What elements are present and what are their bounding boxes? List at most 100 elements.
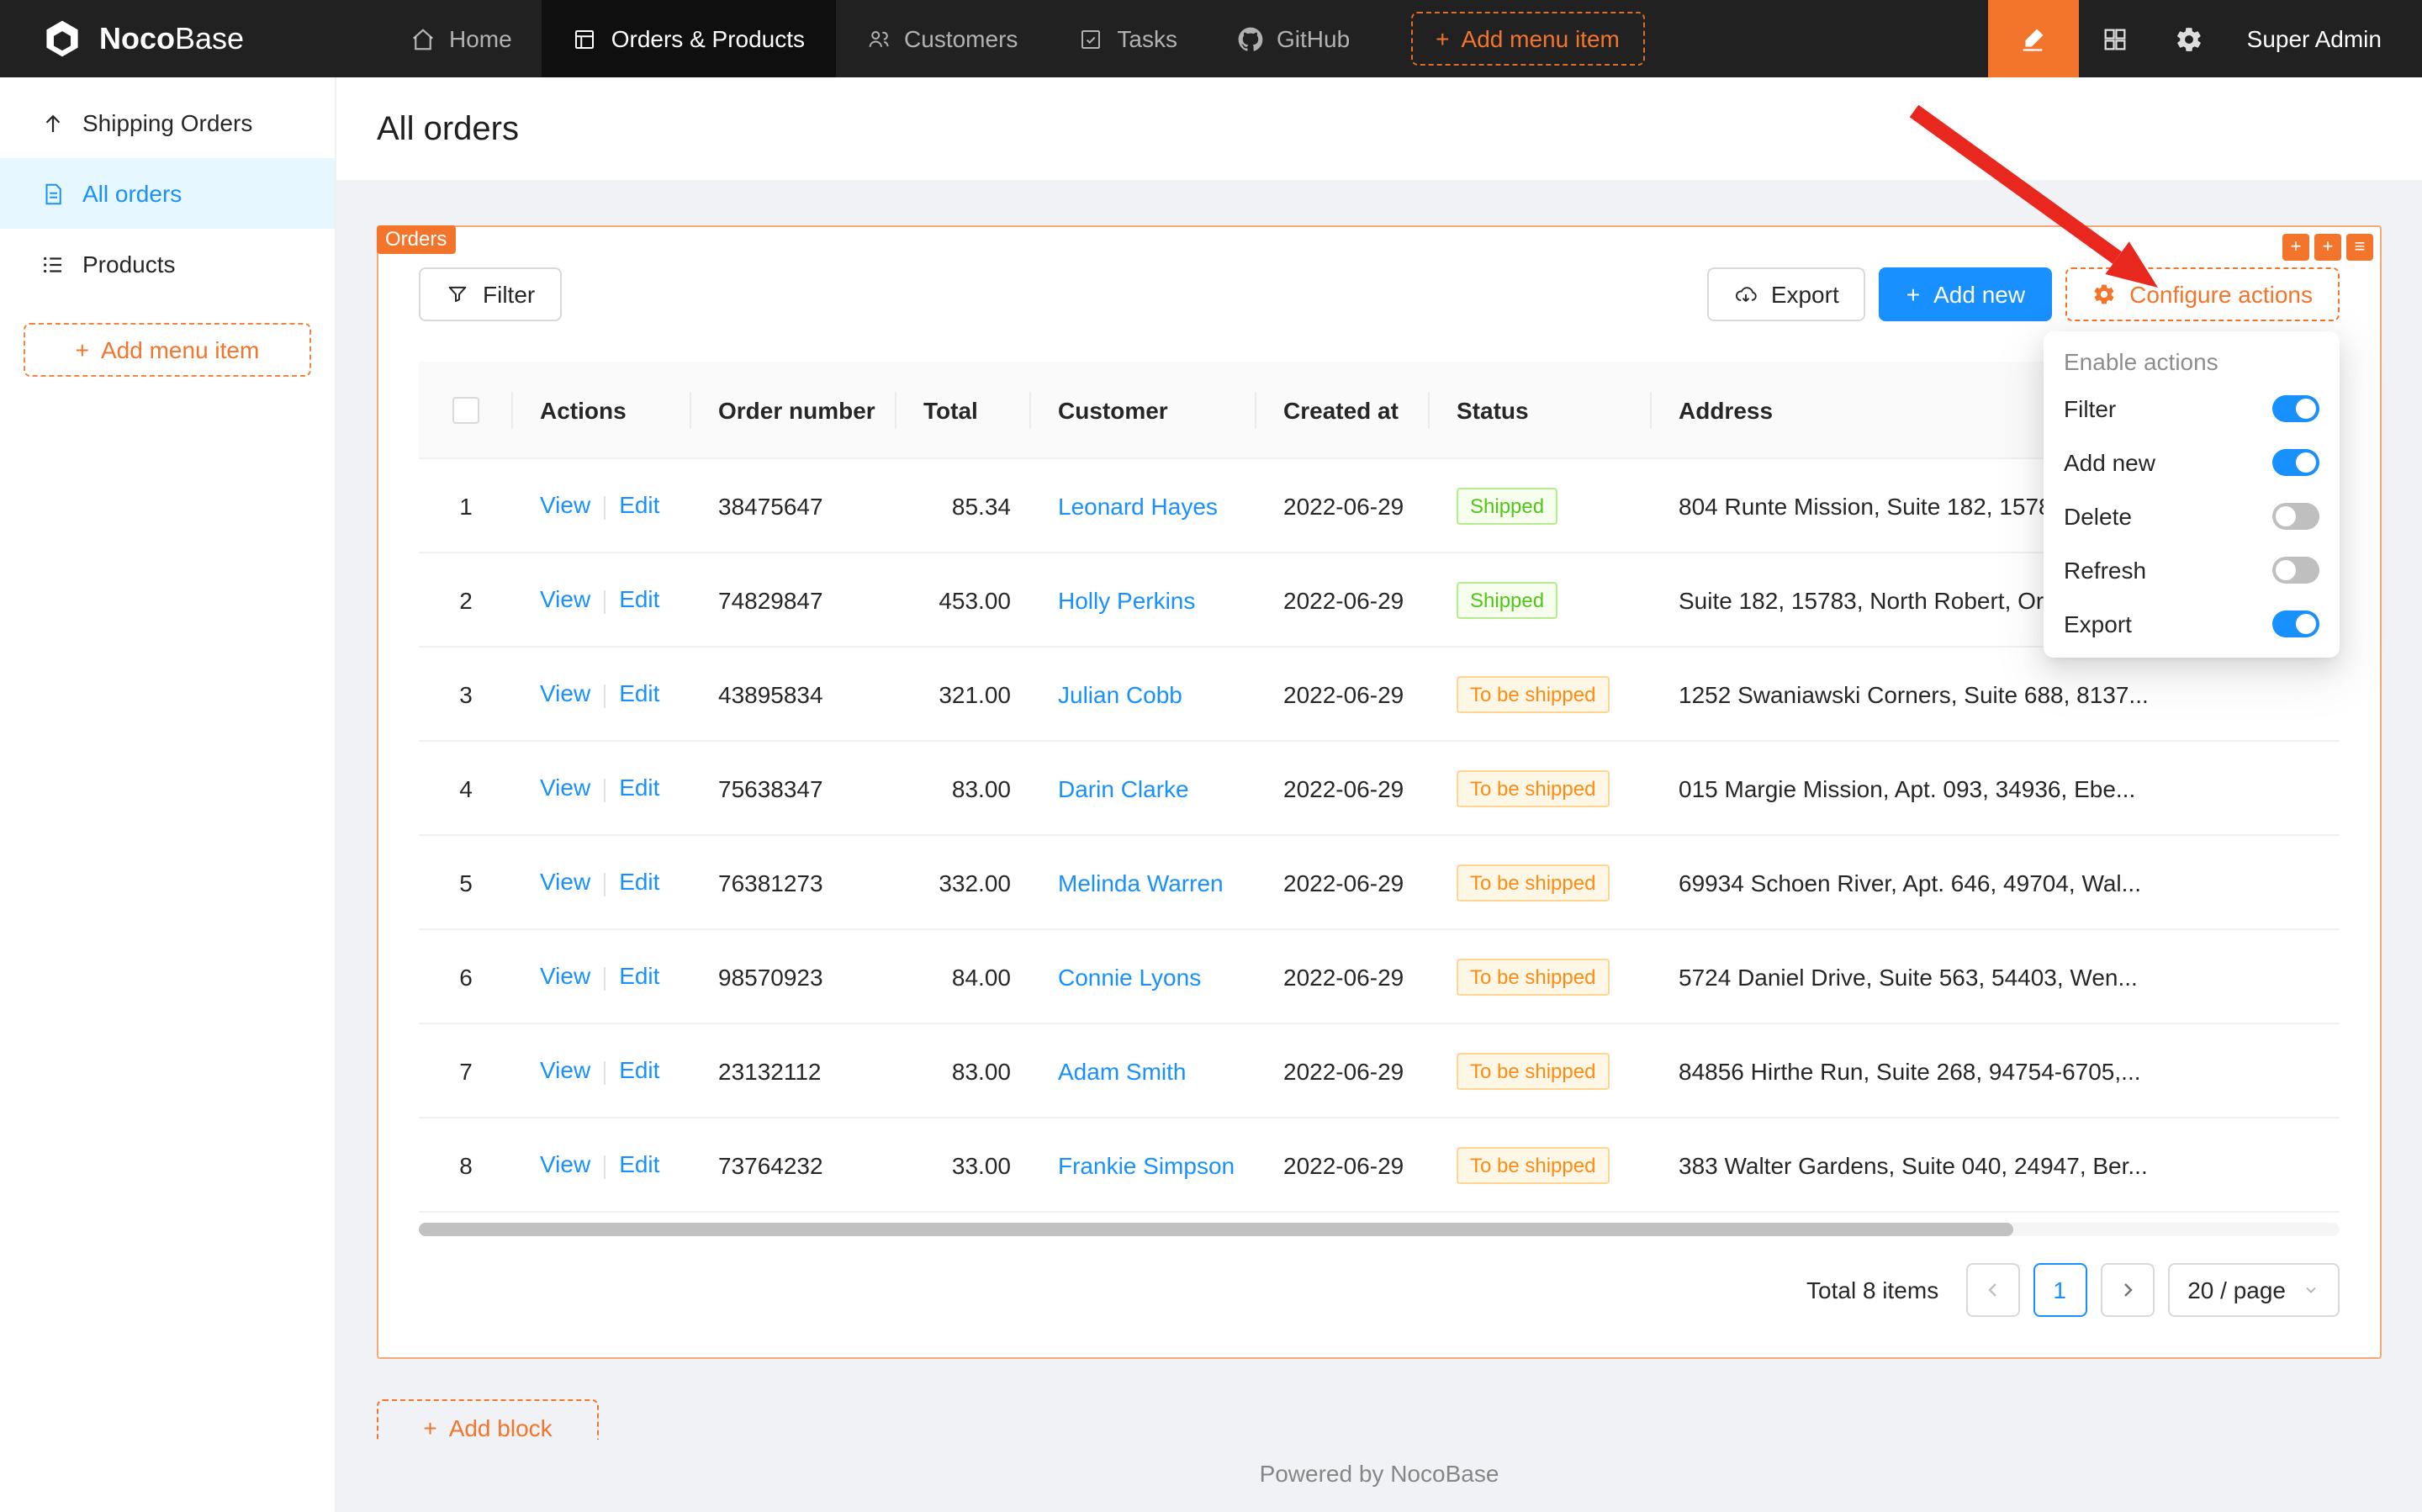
view-link[interactable]: View xyxy=(540,963,590,990)
home-icon xyxy=(410,26,436,51)
nav-item-github[interactable]: GitHub xyxy=(1208,0,1380,77)
actions-divider xyxy=(604,495,606,519)
horizontal-scrollbar xyxy=(419,1223,2340,1236)
customer-link[interactable]: Julian Cobb xyxy=(1058,680,1182,707)
address-cell: 5724 Daniel Drive, Suite 563, 54403, Wen… xyxy=(1652,963,2340,990)
configure-actions-button[interactable]: Configure actions xyxy=(2065,267,2340,321)
view-link[interactable]: View xyxy=(540,586,590,613)
customer-link[interactable]: Holly Perkins xyxy=(1058,586,1195,613)
enable-action-item[interactable]: Export xyxy=(2044,597,2340,651)
export-button[interactable]: Export xyxy=(1707,267,1866,321)
edit-link[interactable]: Edit xyxy=(619,680,659,707)
nav-item-tasks[interactable]: Tasks xyxy=(1048,0,1208,77)
enable-action-label: Export xyxy=(2064,611,2132,637)
designer-add-icon[interactable]: + xyxy=(2282,234,2309,261)
nav-item-customers[interactable]: Customers xyxy=(835,0,1048,77)
total-cell: 33.00 xyxy=(896,1151,1031,1178)
edit-link[interactable]: Edit xyxy=(619,586,659,613)
enable-actions-title: Enable actions xyxy=(2044,338,2340,382)
row-actions-cell: View Edit xyxy=(513,963,691,991)
view-link[interactable]: View xyxy=(540,1057,590,1084)
table-icon xyxy=(573,26,598,51)
plugin-manager-button[interactable] xyxy=(2079,0,2153,77)
status-badge: Shipped xyxy=(1457,581,1557,618)
page-size-select[interactable]: 20 / page xyxy=(2167,1263,2340,1317)
github-icon xyxy=(1238,26,1263,51)
nav-item-home[interactable]: Home xyxy=(380,0,542,77)
plus-icon: + xyxy=(1436,25,1449,52)
enable-action-item[interactable]: Add new xyxy=(2044,436,2340,489)
edit-link[interactable]: Edit xyxy=(619,492,659,519)
sidebar-item-label: Products xyxy=(82,251,176,278)
sidebar-item-shipping-orders[interactable]: Shipping Orders xyxy=(0,87,335,158)
toggle-switch[interactable] xyxy=(2272,395,2319,422)
customer-cell: Frankie Simpson xyxy=(1031,1151,1256,1178)
edit-link[interactable]: Edit xyxy=(619,869,659,896)
column-header-actions: Actions xyxy=(513,396,691,423)
filter-icon xyxy=(446,283,469,306)
edit-link[interactable]: Edit xyxy=(619,963,659,990)
main-nav: Home Orders & Products Customers Tasks G… xyxy=(380,0,1380,77)
enable-action-item[interactable]: Filter xyxy=(2044,382,2340,436)
total-cell: 85.34 xyxy=(896,492,1031,519)
sidebar-item-all-orders[interactable]: All orders xyxy=(0,158,335,229)
row-actions-cell: View Edit xyxy=(513,586,691,614)
settings-button[interactable] xyxy=(2153,0,2227,77)
status-badge: To be shipped xyxy=(1457,1052,1609,1089)
row-actions-cell: View Edit xyxy=(513,1151,691,1179)
ui-editor-button[interactable] xyxy=(1988,0,2079,77)
column-header-order-number: Order number xyxy=(691,396,896,423)
actions-divider xyxy=(604,966,606,990)
customer-link[interactable]: Connie Lyons xyxy=(1058,963,1201,990)
customer-link[interactable]: Adam Smith xyxy=(1058,1057,1187,1084)
row-index-cell: 5 xyxy=(419,869,513,896)
select-all-checkbox[interactable] xyxy=(452,396,479,423)
status-cell: Shipped xyxy=(1430,487,1652,524)
customer-link[interactable]: Darin Clarke xyxy=(1058,775,1189,801)
pagination-next-button[interactable] xyxy=(2100,1263,2154,1317)
cloud-download-icon xyxy=(1734,283,1758,306)
toggle-switch[interactable] xyxy=(2272,557,2319,584)
add-menu-item-button[interactable]: + Add menu item xyxy=(1410,12,1645,66)
created-at-cell: 2022-06-29 xyxy=(1256,775,1430,801)
status-badge: To be shipped xyxy=(1457,1146,1609,1183)
view-link[interactable]: View xyxy=(540,775,590,801)
user-menu[interactable]: Super Admin xyxy=(2227,0,2422,77)
add-block-button[interactable]: + Add block xyxy=(377,1399,599,1440)
pagination-prev-button[interactable] xyxy=(1965,1263,2019,1317)
view-link[interactable]: View xyxy=(540,1151,590,1178)
designer-insert-icon[interactable]: + xyxy=(2314,234,2341,261)
actions-divider xyxy=(604,872,606,896)
pagination-page-1[interactable]: 1 xyxy=(2033,1263,2086,1317)
designer-menu-icon[interactable]: ≡ xyxy=(2346,234,2373,261)
view-link[interactable]: View xyxy=(540,680,590,707)
view-link[interactable]: View xyxy=(540,492,590,519)
brand[interactable]: NocoBase xyxy=(0,0,336,77)
enable-action-item[interactable]: Refresh xyxy=(2044,543,2340,597)
edit-link[interactable]: Edit xyxy=(619,1151,659,1178)
table-row: 7 ViewEdit 23132112 83.00 Adam Smith 202… xyxy=(419,1024,2340,1118)
sidebar-add-menu-item-button[interactable]: + Add menu item xyxy=(24,323,311,377)
nocobase-app: NocoBase Home Orders & Products Customer… xyxy=(0,0,2422,1512)
block-designer-toolbar: + + ≡ xyxy=(2282,234,2373,261)
status-cell: Shipped xyxy=(1430,581,1652,618)
customer-link[interactable]: Frankie Simpson xyxy=(1058,1151,1235,1178)
actions-divider xyxy=(604,1155,606,1178)
header-spacer xyxy=(1645,0,1988,77)
sidebar-item-products[interactable]: Products xyxy=(0,229,335,299)
view-link[interactable]: View xyxy=(540,869,590,896)
toggle-switch[interactable] xyxy=(2272,503,2319,530)
enable-action-item[interactable]: Delete xyxy=(2044,489,2340,543)
toggle-switch[interactable] xyxy=(2272,449,2319,476)
edit-link[interactable]: Edit xyxy=(619,1057,659,1084)
table-row: 8 ViewEdit 73764232 33.00 Frankie Simpso… xyxy=(419,1118,2340,1213)
toggle-switch[interactable] xyxy=(2272,611,2319,637)
filter-button[interactable]: Filter xyxy=(419,267,562,321)
scrollbar-thumb[interactable] xyxy=(419,1223,2013,1236)
add-new-button[interactable]: + Add new xyxy=(1880,267,2052,321)
nav-item-label: Orders & Products xyxy=(611,25,805,52)
customer-link[interactable]: Melinda Warren xyxy=(1058,869,1224,896)
customer-link[interactable]: Leonard Hayes xyxy=(1058,492,1218,519)
nav-item-orders-products[interactable]: Orders & Products xyxy=(542,0,835,77)
edit-link[interactable]: Edit xyxy=(619,775,659,801)
